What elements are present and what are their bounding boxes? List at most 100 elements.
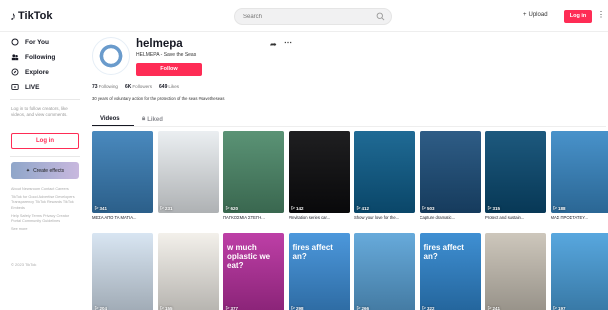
view-count: ▷ 231 [161, 205, 173, 211]
sidebar-item-label: LIVE [25, 83, 40, 91]
upload-button[interactable]: + Upload [523, 12, 548, 18]
video-thumbnail[interactable]: w much oplastic we eat? ▷ 377 [223, 233, 284, 310]
view-count-value: 142 [295, 205, 304, 211]
play-icon: ▷ [553, 305, 557, 310]
video-thumbnail[interactable]: ▷ 155 [157, 233, 219, 310]
view-count-value: 197 [557, 305, 566, 310]
more-menu-icon[interactable]: ⋮ [597, 10, 605, 19]
view-count-value: 204 [99, 305, 107, 310]
top-bar: ♪ TikTok + Upload Log in ⋮ [0, 0, 608, 32]
video-thumbnail[interactable]: ▷ 241 [485, 233, 546, 310]
see-more-link[interactable]: See more [11, 227, 79, 232]
thumbnail-text: w much oplastic we eat? [227, 243, 271, 270]
sidebar-item-label: For You [25, 38, 49, 46]
video-caption[interactable]: ΠΑΓΚΟΣΜΙΑ ΣΤΕΓΗ... [223, 215, 284, 220]
tab-videos[interactable]: Videos [100, 116, 120, 122]
divider [10, 99, 80, 100]
video-caption[interactable]: ΜΑΣ ΠΡΟΣΤΑΤΕΥ... [551, 215, 608, 220]
view-count: ▷ 241 [488, 305, 500, 310]
view-count: ▷ 197 [554, 305, 566, 310]
play-icon: ▷ [226, 305, 230, 310]
video-thumbnail[interactable]: ▷ 142 [288, 131, 350, 213]
footer-link-group[interactable]: TikTok for Good Advertise Developers Tra… [11, 195, 79, 211]
likes-stat: 649Likes [159, 84, 179, 90]
upload-label: Upload [528, 12, 548, 18]
play-icon: ▷ [422, 205, 426, 210]
more-options-icon[interactable]: ⋯ [284, 38, 292, 47]
play-icon: ▷ [488, 205, 492, 210]
view-count-value: 412 [361, 205, 369, 211]
follow-button[interactable]: Follow [136, 63, 202, 76]
video-caption[interactable]: #Invitation series car... [289, 215, 350, 220]
video-thumbnail[interactable]: ▷ 231 [157, 131, 219, 213]
following-icon [11, 54, 19, 61]
video-caption[interactable]: Show your love for the... [354, 215, 415, 220]
sidebar-item-label: Following [25, 53, 56, 61]
profile-tabs: Videos 🔒︎ Liked [92, 113, 212, 127]
view-count-value: 620 [230, 205, 238, 211]
video-thumbnail[interactable]: ▷ 266 [354, 233, 415, 310]
thumbnail-shade [157, 131, 219, 213]
view-count-value: 188 [557, 205, 566, 211]
thumbnail-shade [288, 131, 350, 213]
video-thumbnail[interactable]: fires affect an? ▷ 298 [288, 233, 350, 310]
play-icon: ▷ [422, 305, 426, 310]
followers-label: Followers [132, 84, 153, 89]
login-prompt-text: Log in to follow creators, like videos, … [11, 106, 68, 117]
view-count-value: 315 [492, 205, 500, 211]
play-icon: ▷ [160, 305, 164, 310]
video-caption[interactable]: Protect and sustain... [485, 215, 546, 220]
play-icon: ▷ [357, 305, 361, 310]
video-thumbnail[interactable]: ▷ 197 [550, 233, 608, 310]
video-thumbnail[interactable]: ▷ 315 [485, 131, 546, 213]
search-icon[interactable] [376, 12, 385, 21]
live-icon [11, 84, 19, 90]
video-thumbnail[interactable]: ▷ 503 [419, 131, 481, 213]
followers-stat[interactable]: 6KFollowers [125, 84, 152, 90]
play-icon: ▷ [95, 205, 99, 210]
tab-liked[interactable]: 🔒︎ Liked [142, 116, 163, 123]
login-button[interactable]: Log in [564, 10, 592, 23]
footer-links: About Newsroom Contact Careers TikTok fo… [11, 187, 79, 235]
view-count-value: 155 [164, 305, 173, 310]
video-caption[interactable]: Capture dramatic... [420, 215, 481, 220]
search-bar[interactable] [234, 8, 392, 25]
view-count-value: 322 [426, 305, 435, 310]
footer-link-group[interactable]: About Newsroom Contact Careers [11, 187, 79, 192]
footer-link-group[interactable]: Help Safety Terms Privacy Creator Portal… [11, 214, 79, 224]
sidebar-login-button[interactable]: Log in [11, 133, 79, 149]
logo-text: TikTok [18, 10, 53, 22]
thumbnail-shade [157, 233, 219, 310]
video-thumbnail[interactable]: ▷ 204 [92, 233, 153, 310]
view-count: ▷ 142 [292, 205, 304, 211]
thumbnail-text: fires affect an? [292, 243, 333, 261]
share-icon[interactable]: ➦ [270, 40, 277, 49]
sidebar-item-for-you[interactable]: For You [11, 38, 49, 46]
followers-count: 6K [124, 84, 132, 90]
video-thumbnail[interactable]: ▷ 341 [92, 131, 153, 213]
sidebar-item-following[interactable]: Following [11, 53, 55, 61]
sidebar-item-live[interactable]: LIVE [11, 83, 39, 91]
thumbnail-shade [354, 131, 415, 213]
video-thumbnail[interactable]: ▷ 620 [223, 131, 284, 213]
thumbnail-shade [485, 233, 546, 310]
video-thumbnail[interactable]: fires affect an? ▷ 322 [419, 233, 481, 310]
following-stat[interactable]: 73Following [92, 84, 118, 90]
view-count: ▷ 298 [292, 305, 304, 310]
thumbnail-shade [485, 131, 546, 213]
play-icon: ▷ [357, 205, 361, 210]
likes-count: 649 [159, 84, 168, 90]
thumbnail-shade [419, 131, 481, 213]
tiktok-logo[interactable]: ♪ TikTok [10, 9, 52, 23]
video-thumbnail[interactable]: ▷ 188 [550, 131, 608, 213]
video-caption[interactable]: ΜΕΣΑ ΑΠΟ ΤΑ ΜΑΤΙΑ... [92, 215, 153, 220]
view-count: ▷ 341 [95, 205, 107, 211]
view-count-value: 298 [295, 305, 304, 310]
search-input[interactable] [243, 11, 371, 23]
view-count: ▷ 315 [488, 205, 500, 211]
sidebar-item-explore[interactable]: Explore [11, 68, 49, 76]
video-thumbnail[interactable]: ▷ 412 [354, 131, 415, 213]
compass-icon [11, 68, 19, 76]
following-label: Following [98, 84, 118, 89]
create-effects-banner[interactable]: ✦ Create effects [11, 162, 79, 179]
